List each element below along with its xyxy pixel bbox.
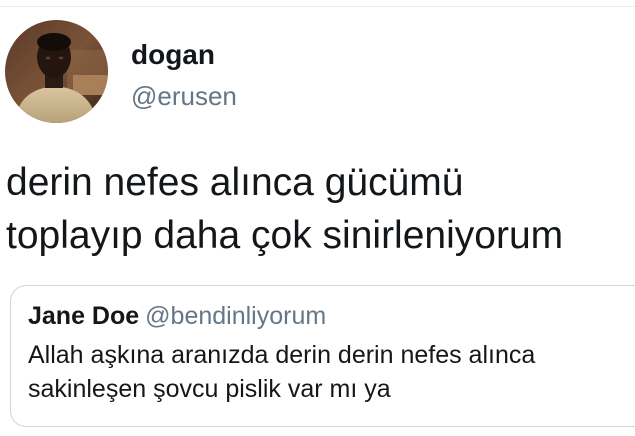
avatar-image bbox=[5, 20, 108, 123]
tweet-text-line: derin nefes alınca gücümü bbox=[6, 161, 464, 204]
author-name[interactable]: dogan bbox=[131, 38, 215, 72]
tweet-text: derin nefes alınca gücümü toplayıp daha … bbox=[6, 156, 631, 262]
quoted-tweet-text: Allah aşkına aranızda derin derin nefes … bbox=[28, 338, 628, 406]
divider bbox=[0, 6, 635, 7]
tweet-card: dogan @erusen derin nefes alınca gücümü … bbox=[0, 0, 635, 436]
avatar[interactable] bbox=[5, 20, 108, 123]
quoted-author-handle: @bendinliyorum bbox=[145, 302, 327, 330]
quoted-author-name: Jane Doe bbox=[28, 302, 140, 330]
author-handle[interactable]: @erusen bbox=[131, 80, 237, 112]
tweet-text-line: toplayıp daha çok sinirleniyorum bbox=[6, 214, 564, 257]
quoted-tweet-card[interactable]: Jane Doe @bendinliyorum Allah aşkına aran… bbox=[10, 285, 635, 427]
quoted-text-line: Allah aşkına aranızda derin derin nefes … bbox=[28, 341, 536, 369]
quoted-tweet-header: Jane Doe @bendinliyorum bbox=[28, 300, 326, 332]
quoted-text-line: sakinleşen şovcu pislik var mı ya bbox=[28, 375, 391, 403]
